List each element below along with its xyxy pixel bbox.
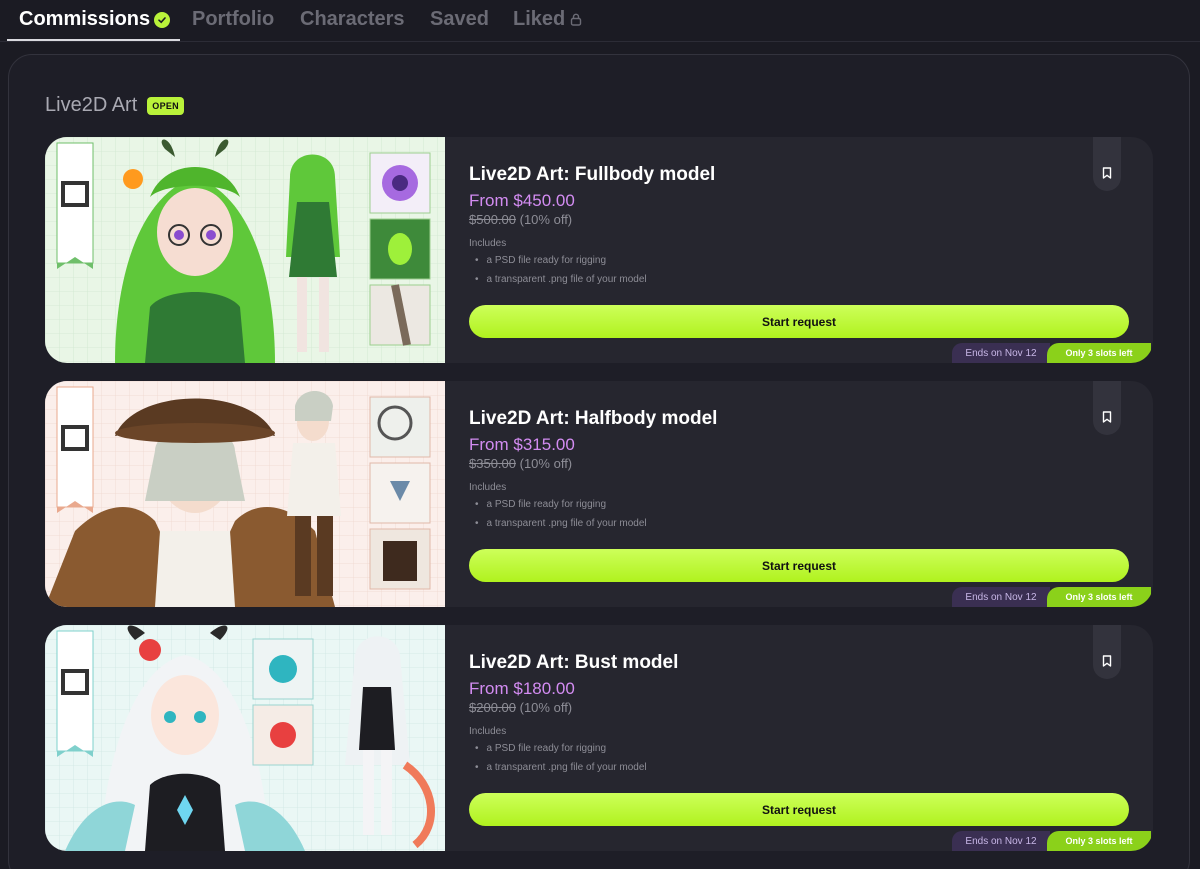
includes-label: Includes <box>469 482 507 493</box>
slots-left-tag: Only 3 slots left <box>1047 343 1151 363</box>
bookmark-icon <box>1102 167 1112 179</box>
tab-saved[interactable]: Saved <box>430 8 489 31</box>
card-price: From $315.00 <box>469 435 575 454</box>
card-title[interactable]: Live2D Art: Fullbody model <box>469 164 715 186</box>
bookmark-button[interactable] <box>1093 381 1121 435</box>
ends-date-tag: Ends on Nov 12 <box>952 831 1050 851</box>
commission-card-halfbody[interactable]: Live2D Art: Halfbody model From $315.00 … <box>45 381 1153 607</box>
tab-liked[interactable]: Liked <box>513 8 582 31</box>
includes-label: Includes <box>469 238 507 249</box>
list-item: a transparent .png file of your model <box>475 758 875 777</box>
ends-date-tag: Ends on Nov 12 <box>952 587 1050 607</box>
card-original-price: $500.00 (10% off) <box>469 212 572 227</box>
tab-characters[interactable]: Characters <box>300 8 405 31</box>
list-item: a PSD file ready for rigging <box>475 739 875 758</box>
bookmark-button[interactable] <box>1093 625 1121 679</box>
tab-liked-label: Liked <box>513 8 566 30</box>
tab-portfolio[interactable]: Portfolio <box>192 8 274 31</box>
list-item: a transparent .png file of your model <box>475 514 875 533</box>
commission-card-fullbody[interactable]: Live2D Art: Fullbody model From $450.00 … <box>45 137 1153 363</box>
bookmark-icon <box>1102 411 1112 423</box>
card-price: From $450.00 <box>469 191 575 210</box>
discount-text: (10% off) <box>519 212 573 227</box>
bookmark-button[interactable] <box>1093 137 1121 191</box>
commission-image[interactable] <box>45 625 445 851</box>
original-price-value: $200.00 <box>469 700 516 715</box>
card-original-price: $350.00 (10% off) <box>469 456 572 471</box>
commission-card-bust[interactable]: Live2D Art: Bust model From $180.00 $200… <box>45 625 1153 851</box>
active-tab-underline <box>7 39 180 41</box>
slots-left-tag: Only 3 slots left <box>1047 831 1151 851</box>
includes-label: Includes <box>469 726 507 737</box>
list-item: a transparent .png file of your model <box>475 270 875 289</box>
profile-tabs: Commissions Portfolio Characters Saved L… <box>0 0 1200 42</box>
includes-list: a PSD file ready for rigging a transpare… <box>475 251 875 293</box>
tab-portfolio-label: Portfolio <box>192 8 275 30</box>
original-price-value: $350.00 <box>469 456 516 471</box>
open-status-badge: OPEN <box>147 96 184 115</box>
section-header: Live2D Art OPEN <box>45 94 184 117</box>
verified-check-icon <box>154 11 171 28</box>
start-request-button[interactable]: Start request <box>469 793 1129 826</box>
list-item: a PSD file ready for rigging <box>475 495 875 514</box>
discount-text: (10% off) <box>519 700 573 715</box>
tab-commissions-label: Commissions <box>19 8 151 30</box>
original-price-value: $500.00 <box>469 212 516 227</box>
card-original-price: $200.00 (10% off) <box>469 700 572 715</box>
commission-image[interactable] <box>45 137 445 363</box>
lock-icon <box>570 13 582 26</box>
card-title[interactable]: Live2D Art: Bust model <box>469 652 678 674</box>
slots-left-tag: Only 3 slots left <box>1047 587 1151 607</box>
section-title: Live2D Art <box>45 94 138 116</box>
bookmark-icon <box>1102 655 1112 667</box>
tab-commissions[interactable]: Commissions <box>19 8 171 31</box>
commission-image[interactable] <box>45 381 445 607</box>
includes-list: a PSD file ready for rigging a transpare… <box>475 495 875 537</box>
discount-text: (10% off) <box>519 456 573 471</box>
tab-characters-label: Characters <box>300 8 405 30</box>
card-title[interactable]: Live2D Art: Halfbody model <box>469 408 717 430</box>
includes-list: a PSD file ready for rigging a transpare… <box>475 739 875 781</box>
tab-saved-label: Saved <box>430 8 489 30</box>
list-item: a PSD file ready for rigging <box>475 251 875 270</box>
card-price: From $180.00 <box>469 679 575 698</box>
ends-date-tag: Ends on Nov 12 <box>952 343 1050 363</box>
start-request-button[interactable]: Start request <box>469 305 1129 338</box>
start-request-button[interactable]: Start request <box>469 549 1129 582</box>
